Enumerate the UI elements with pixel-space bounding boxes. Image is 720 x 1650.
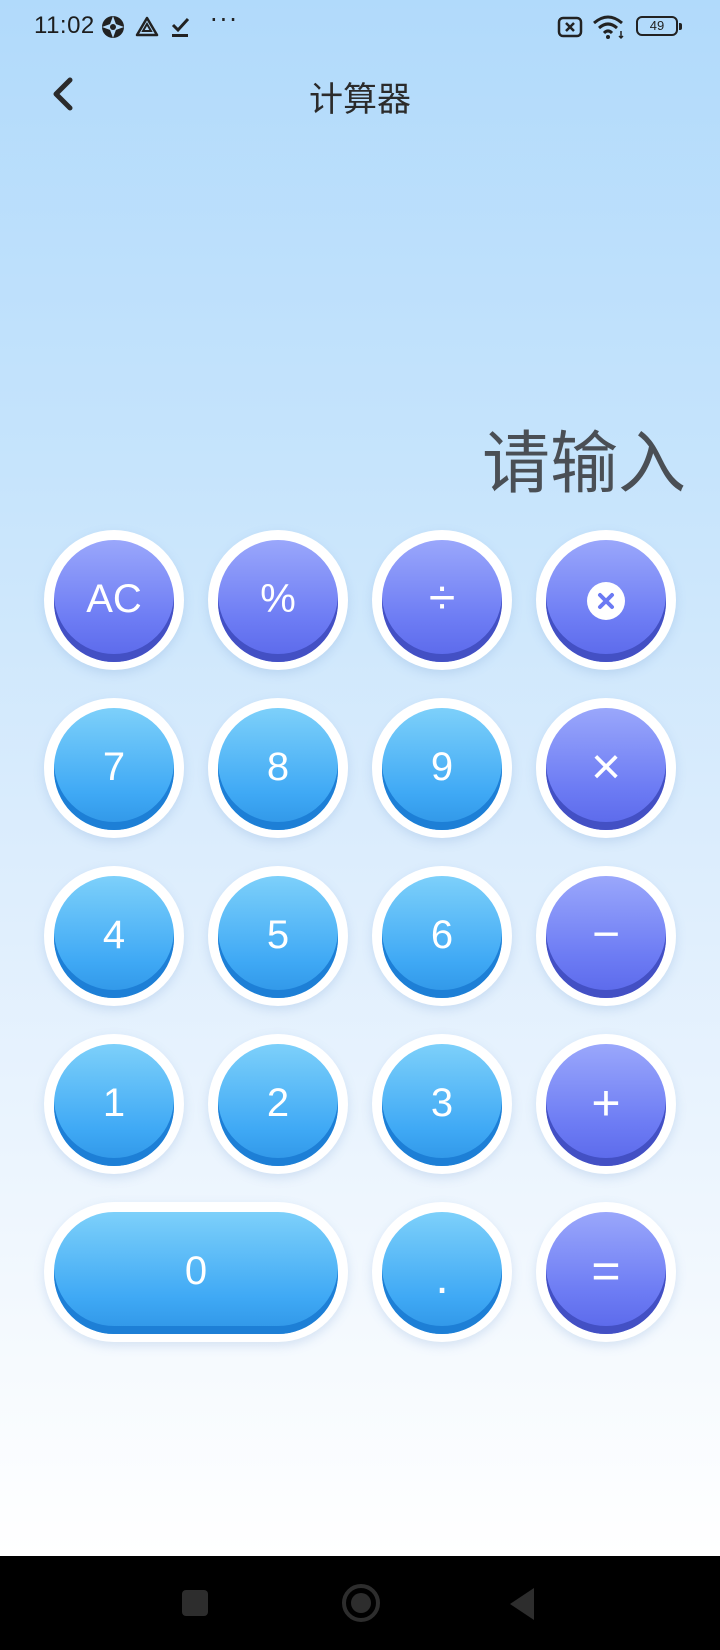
backspace-button[interactable] <box>536 530 676 670</box>
equals-label: = <box>591 1243 621 1299</box>
triangle-back-icon <box>510 1588 534 1620</box>
calculator-display: 请输入 <box>481 425 686 504</box>
screen: 11:02 ··· 49 计算器 请输入 AC % ÷ 7 8 9 × 4 5 … <box>0 0 720 1556</box>
ac-label: AC <box>86 577 142 621</box>
home-button[interactable] <box>340 1582 382 1628</box>
digit-0-button[interactable]: 0 <box>44 1202 348 1342</box>
digit-3-button[interactable]: 3 <box>372 1034 512 1174</box>
digit-0-label: 0 <box>184 1249 208 1293</box>
system-nav-bar <box>0 1556 720 1650</box>
plus-label: + <box>591 1075 621 1131</box>
percent-button[interactable]: % <box>208 530 348 670</box>
ac-button[interactable]: AC <box>44 530 184 670</box>
task-done-icon <box>168 14 194 40</box>
equals-button[interactable]: = <box>536 1202 676 1342</box>
digit-6-label: 6 <box>430 913 454 957</box>
digit-4-button[interactable]: 4 <box>44 866 184 1006</box>
multiply-label: × <box>590 738 622 796</box>
digit-1-button[interactable]: 1 <box>44 1034 184 1174</box>
digit-1-label: 1 <box>102 1081 126 1125</box>
divide-label: ÷ <box>428 572 456 625</box>
decimal-point-label: . <box>435 1251 449 1304</box>
aperture-icon <box>100 14 126 40</box>
digit-8-button[interactable]: 8 <box>208 698 348 838</box>
square-icon <box>182 1590 208 1616</box>
status-time: 11:02 <box>34 12 95 39</box>
sim-disabled-icon <box>556 14 583 40</box>
multiply-button[interactable]: × <box>536 698 676 838</box>
digit-7-button[interactable]: 7 <box>44 698 184 838</box>
status-bar: 11:02 ··· 49 <box>0 0 720 56</box>
divide-button[interactable]: ÷ <box>372 530 512 670</box>
battery-indicator: 49 <box>636 16 682 36</box>
digit-2-label: 2 <box>266 1081 290 1125</box>
digit-7-label: 7 <box>102 745 126 789</box>
triangle-warning-icon <box>134 14 160 40</box>
digit-9-button[interactable]: 9 <box>372 698 512 838</box>
decimal-point-button[interactable]: . <box>372 1202 512 1342</box>
digit-9-label: 9 <box>430 745 454 789</box>
minus-label: − <box>591 908 621 961</box>
recents-button[interactable] <box>180 1588 210 1622</box>
page-title: 计算器 <box>309 80 411 120</box>
digit-6-button[interactable]: 6 <box>372 866 512 1006</box>
digit-5-label: 5 <box>266 913 290 957</box>
delete-circle-icon <box>587 582 625 620</box>
digit-8-label: 8 <box>266 745 290 789</box>
back-nav-button[interactable] <box>506 1586 538 1626</box>
plus-button[interactable]: + <box>536 1034 676 1174</box>
digit-4-label: 4 <box>102 913 126 957</box>
digit-5-button[interactable]: 5 <box>208 866 348 1006</box>
circle-home-icon <box>342 1584 380 1622</box>
minus-button[interactable]: − <box>536 866 676 1006</box>
digit-2-button[interactable]: 2 <box>208 1034 348 1174</box>
wifi-icon <box>592 14 626 40</box>
percent-label: % <box>260 577 296 621</box>
more-notifications-icon: ··· <box>210 6 239 34</box>
digit-3-label: 3 <box>430 1081 454 1125</box>
